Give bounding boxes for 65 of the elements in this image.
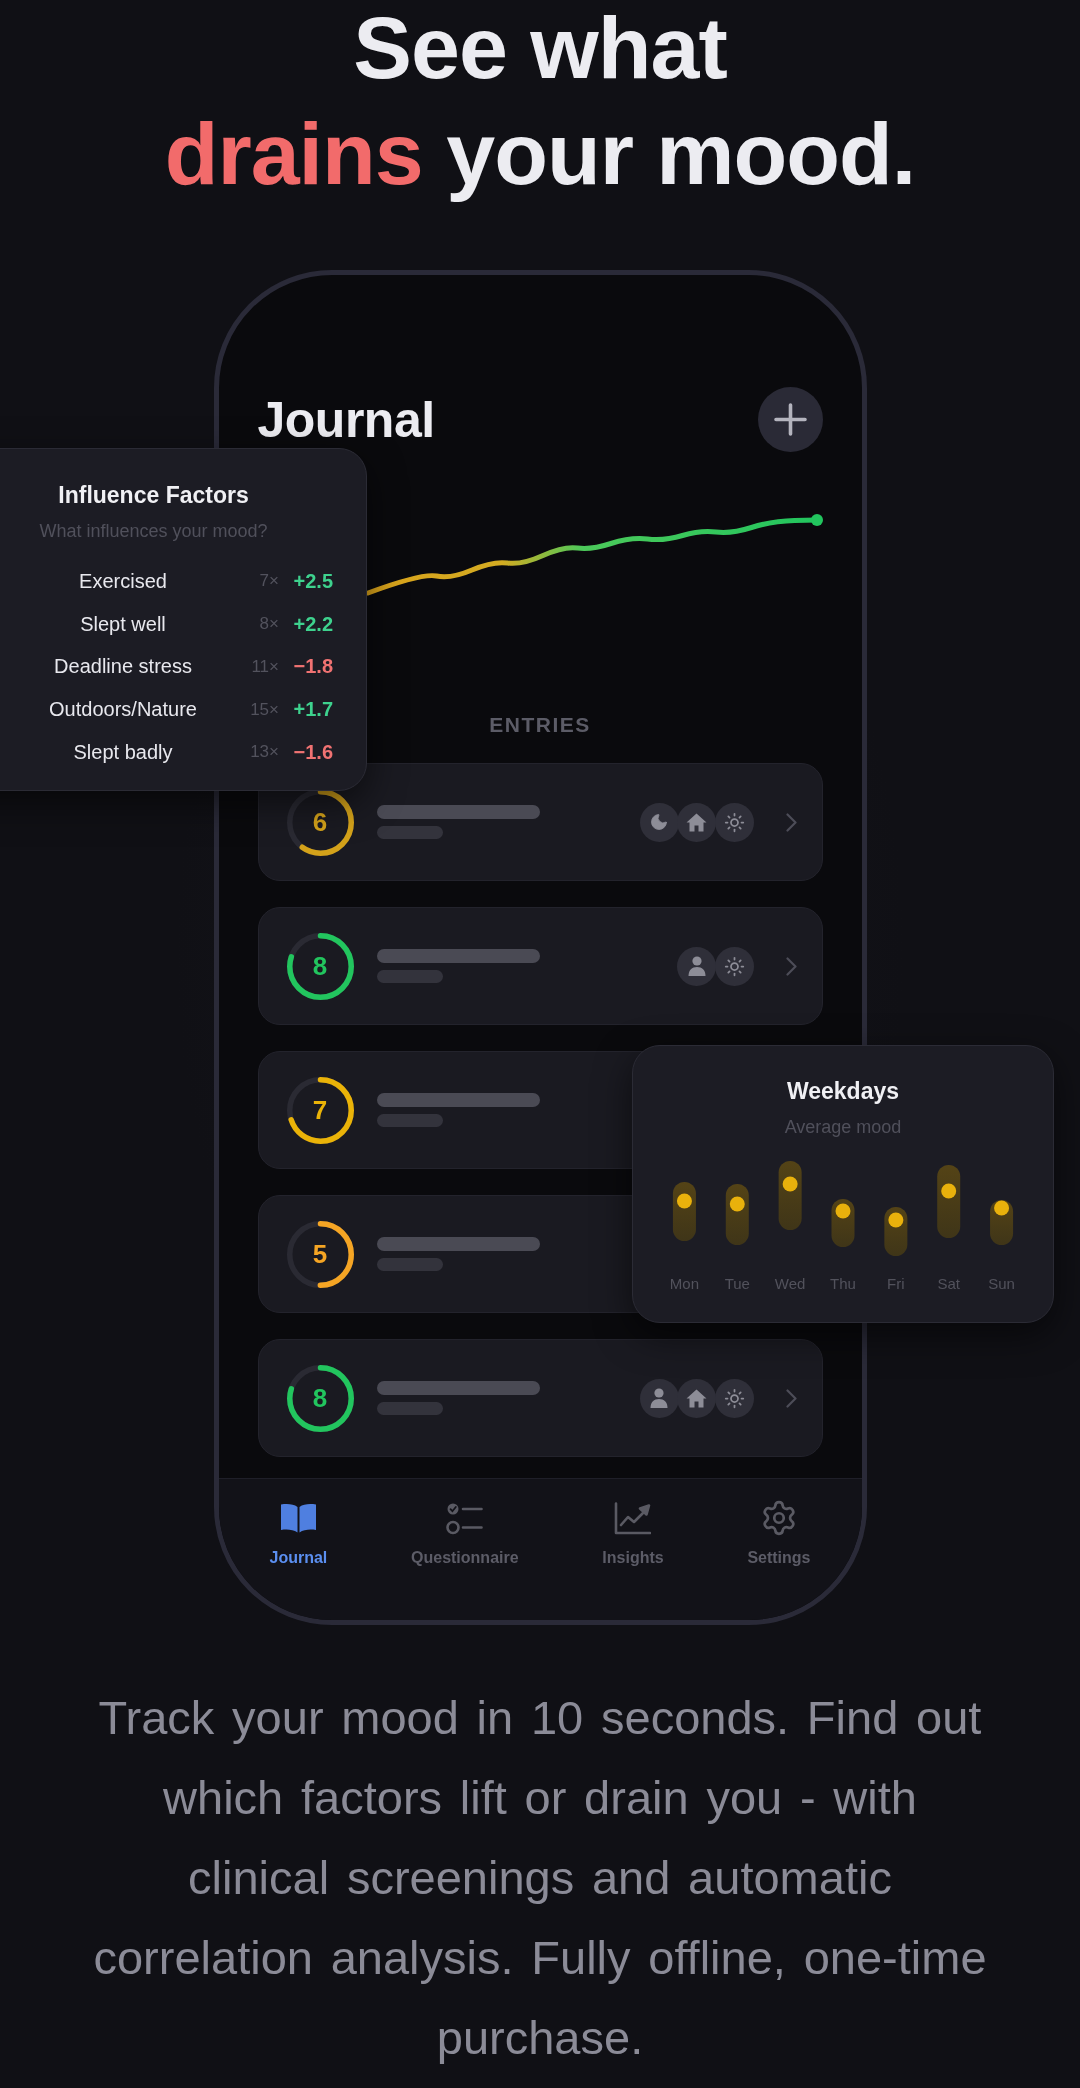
factor-count: 15× (249, 699, 279, 720)
day-label: Sun (987, 1275, 1016, 1293)
placeholder-line (376, 1258, 443, 1271)
person-icon (639, 1378, 679, 1418)
placeholder-line (376, 826, 443, 839)
moon-icon (639, 802, 679, 842)
screen-title: Journal (257, 390, 435, 450)
plus-icon (773, 403, 807, 436)
entry-card[interactable]: 8 (257, 1339, 823, 1457)
mood-score: 8 (312, 951, 328, 981)
open-book-icon (279, 1503, 317, 1533)
placeholder-line (376, 1402, 443, 1415)
placeholder-line (376, 1114, 443, 1127)
average-mood-dot (782, 1176, 798, 1192)
factor-effect: +2.2 (292, 612, 333, 636)
factor-label: Slept badly (72, 740, 174, 764)
day-label: Mon (668, 1275, 700, 1293)
factor-count: 13× (249, 742, 279, 763)
chevron-right-icon (785, 1388, 797, 1408)
average-mood-dot (835, 1203, 851, 1219)
entry-card[interactable]: 6 (257, 763, 823, 881)
chevron-right-icon (785, 812, 797, 832)
factor-count: 7× (258, 571, 279, 592)
score-ring (286, 1220, 354, 1288)
day-label: Fri (886, 1275, 906, 1293)
score-ring (286, 1076, 354, 1144)
person-icon (677, 946, 716, 986)
factor-count: 8× (258, 614, 279, 635)
factor-label: Exercised (78, 569, 168, 593)
checklist-icon (446, 1501, 484, 1535)
score-ring (286, 1364, 354, 1432)
factor-label: Deadline stress (53, 655, 193, 679)
sun-icon (714, 1378, 754, 1418)
mood-score: 7 (312, 1095, 328, 1125)
average-mood-dot (994, 1200, 1010, 1216)
headline: See what drains your mood. (164, 0, 916, 205)
placeholder-line (376, 970, 443, 983)
sun-icon (714, 946, 754, 986)
factor-count: 11× (250, 656, 279, 677)
description: Track your mood in 10 seconds. Find out which factors lift or drain you - with clinical screenings and automatic correlation analysis. Fully offline, one-time purchase. (92, 1690, 988, 2066)
factor-effect: +2.5 (292, 569, 333, 593)
factor-effect: −1.6 (292, 740, 333, 764)
entry-card[interactable]: 8 (257, 907, 823, 1025)
section-label: ENTRIES (489, 712, 591, 738)
factor-effect: +1.7 (292, 698, 333, 722)
average-mood-dot (676, 1193, 692, 1209)
average-mood-dot (729, 1196, 745, 1212)
sun-icon (714, 802, 754, 842)
factor-effect: −1.8 (292, 655, 333, 679)
average-mood-dot (941, 1183, 957, 1199)
day-label: Thu (829, 1275, 857, 1293)
trending-chart-icon (614, 1501, 652, 1535)
mood-score: 8 (312, 1383, 328, 1413)
factor-label: Outdoors/Nature (48, 698, 198, 722)
day-label: Wed (773, 1275, 807, 1293)
factor-label: Slept well (79, 612, 167, 636)
tab[interactable]: Journal (269, 1499, 328, 1568)
score-ring (286, 932, 354, 1000)
day-label: Tue (723, 1275, 751, 1293)
day-label: Sat (936, 1275, 961, 1293)
average-mood-dot (888, 1212, 904, 1228)
mood-score: 5 (312, 1239, 328, 1269)
mood-score: 6 (312, 807, 328, 837)
chevron-right-icon (785, 956, 797, 976)
card-title: Influence Factors (57, 481, 250, 509)
